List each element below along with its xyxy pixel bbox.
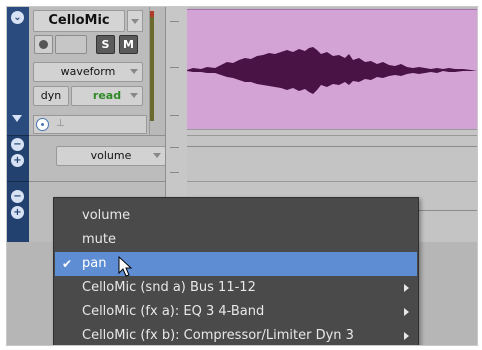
automation-line bbox=[187, 146, 477, 147]
mouse-cursor-icon bbox=[118, 256, 133, 277]
input-monitor-button[interactable] bbox=[55, 35, 87, 54]
menu-item-send-a[interactable]: CelloMic (snd a) Bus 11-12 bbox=[55, 276, 417, 300]
meter-clip-indicator bbox=[150, 11, 154, 17]
menu-item-fx-b[interactable]: CelloMic (fx b): Compressor/Limiter Dyn … bbox=[55, 324, 417, 345]
track-view-selector[interactable]: waveform bbox=[33, 62, 143, 82]
menu-item-mute[interactable]: mute bbox=[55, 228, 417, 252]
timebase-icon[interactable] bbox=[36, 118, 49, 131]
playlist-selector[interactable]: dyn bbox=[33, 86, 69, 106]
mute-button[interactable]: M bbox=[119, 35, 138, 54]
automation-mode-selector[interactable]: read bbox=[71, 86, 143, 106]
ruler-tick bbox=[170, 147, 179, 148]
menu-item-label: CelloMic (snd a) Bus 11-12 bbox=[82, 280, 256, 295]
timebase-dot-icon bbox=[41, 123, 44, 126]
audio-clip[interactable] bbox=[187, 9, 477, 131]
track-name[interactable]: CelloMic bbox=[33, 10, 125, 32]
add-lane-2-icon[interactable]: + bbox=[11, 206, 24, 219]
automation-lane-selector[interactable]: volume bbox=[56, 146, 166, 166]
checkmark-icon: ✔ bbox=[62, 257, 73, 271]
submenu-arrow-icon bbox=[404, 284, 409, 292]
track-level-meter bbox=[150, 11, 154, 121]
submenu-arrow-icon bbox=[404, 332, 409, 340]
menu-item-label: CelloMic (fx b): Compressor/Limiter Dyn … bbox=[82, 328, 354, 343]
automation-type-menu: volume mute ✔ pan CelloMic (snd a) Bus 1… bbox=[53, 197, 419, 345]
ruler-tick bbox=[170, 115, 179, 116]
automation-lane-1[interactable] bbox=[187, 135, 477, 181]
lane-selector-bar[interactable]: ⊥ bbox=[33, 115, 147, 134]
menu-item-pan[interactable]: ✔ pan bbox=[55, 252, 417, 276]
solo-button[interactable]: S bbox=[96, 35, 115, 54]
submenu-arrow-icon bbox=[404, 308, 409, 316]
collapse-track-icon[interactable]: ⌄ bbox=[11, 11, 24, 24]
menu-item-label: CelloMic (fx a): EQ 3 4-Band bbox=[82, 304, 265, 319]
add-lane-icon[interactable]: + bbox=[11, 154, 24, 167]
ruler-tick bbox=[170, 21, 179, 22]
waveform bbox=[187, 47, 477, 94]
remove-lane-2-icon[interactable]: − bbox=[11, 190, 24, 203]
waveform-path bbox=[187, 47, 477, 94]
ruler-tick bbox=[170, 172, 179, 173]
menu-item-label: volume bbox=[82, 208, 131, 223]
show-lanes-triangle-icon[interactable] bbox=[12, 115, 22, 122]
track-controls: CelloMic S M waveform dyn read ⊥ bbox=[29, 7, 150, 135]
menu-item-label: mute bbox=[82, 232, 116, 247]
remove-lane-icon[interactable]: − bbox=[11, 138, 24, 151]
edit-window: ⌄ − + − + CelloMic S M waveform dyn read… bbox=[6, 6, 478, 346]
record-enable-button[interactable] bbox=[34, 35, 53, 54]
menu-item-volume[interactable]: volume bbox=[55, 204, 417, 228]
automation-lane-header: volume bbox=[29, 135, 166, 181]
menu-item-label: pan bbox=[82, 256, 107, 271]
anchor-icon: ⊥ bbox=[56, 118, 65, 129]
track-name-menu-arrow[interactable] bbox=[127, 10, 143, 32]
ruler-tick bbox=[170, 67, 179, 68]
menu-item-fx-a[interactable]: CelloMic (fx a): EQ 3 4-Band bbox=[55, 300, 417, 324]
